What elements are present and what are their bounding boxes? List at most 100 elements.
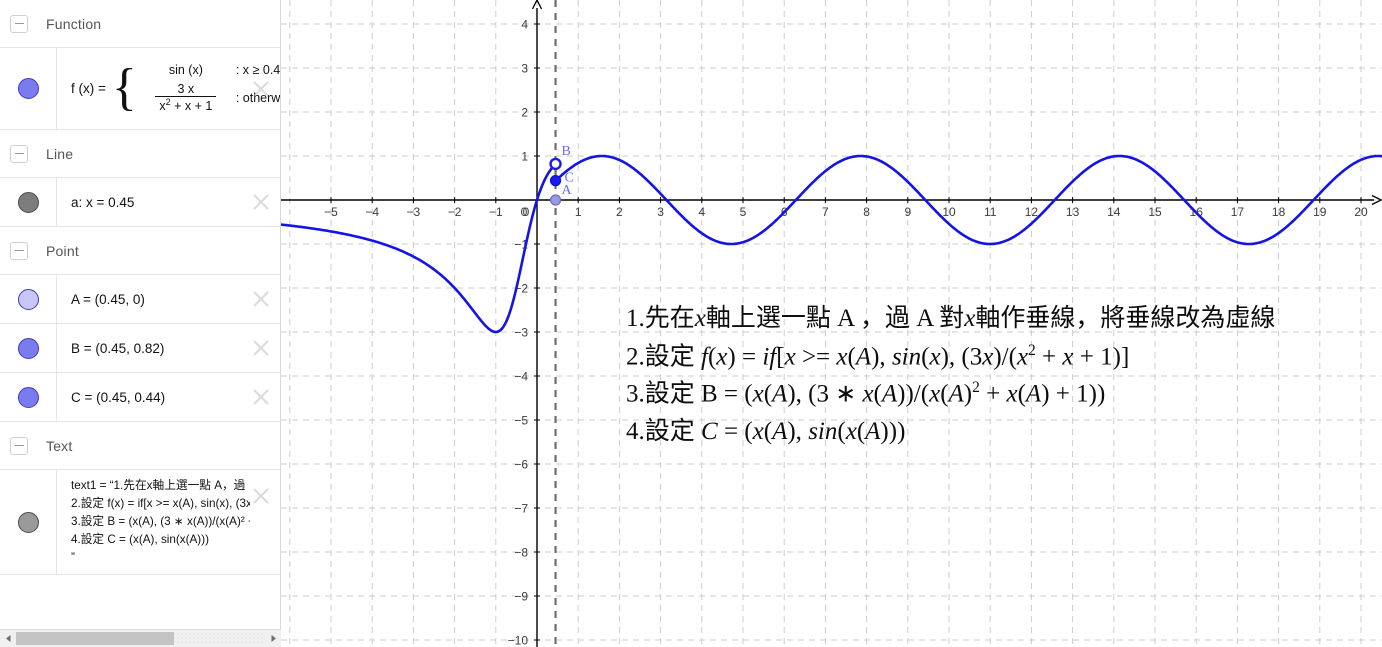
fraction-numerator: 3 x xyxy=(177,81,195,96)
x-tick-label: 10 xyxy=(942,205,956,219)
origin-label: 0 xyxy=(523,205,530,219)
y-tick-label: 4 xyxy=(521,18,528,32)
x-tick-label: −5 xyxy=(324,205,338,219)
collapse-minus-icon[interactable] xyxy=(10,241,28,260)
function-lhs: f (x) = xyxy=(71,81,106,96)
delete-point-b-button[interactable] xyxy=(250,337,272,359)
annotation-line-2: 2.設定 f(x) = if[x >= x(A), sin(x), (3x)/(… xyxy=(626,341,1130,370)
algebra-row-point-b[interactable]: B = (0.45, 0.82) xyxy=(0,324,280,373)
x-tick-label: 15 xyxy=(1148,205,1162,219)
scroll-left-arrow-icon[interactable] xyxy=(0,631,16,647)
function-definition[interactable]: f (x) = { sin (x) : x ≥ 0.45 3 x x2 + x … xyxy=(57,57,280,121)
fraction-denominator: x2 + x + 1 xyxy=(155,96,217,114)
x-tick-label: 19 xyxy=(1313,205,1327,219)
algebra-row-line[interactable]: a: x = 0.45 xyxy=(0,178,280,227)
annotation-line-3: 3.設定 B = (x(A), (3 ∗ x(A))/(x(A)2 + x(A)… xyxy=(626,379,1106,408)
algebra-sidebar: Function f (x) = { sin (x) : x ≥ 0.45 xyxy=(0,0,281,647)
y-tick-label: −9 xyxy=(514,590,528,604)
section-header-point[interactable]: Point xyxy=(0,227,280,275)
piecewise-brace-icon: { xyxy=(111,59,137,117)
algebra-row-point-a[interactable]: A = (0.45, 0) xyxy=(0,275,280,324)
y-tick-label: 3 xyxy=(521,62,528,76)
section-title-function: Function xyxy=(46,15,102,32)
text1-line: ” xyxy=(71,551,75,565)
text1-definition[interactable]: text1 = “1.先在x軸上選一點 A，過 2.設定 f(x) = if[x… xyxy=(57,471,280,574)
x-tick-label: 2 xyxy=(616,205,623,219)
x-tick-label: 5 xyxy=(740,205,747,219)
x-tick-label: 8 xyxy=(863,205,870,219)
scroll-right-arrow-icon[interactable] xyxy=(265,631,281,647)
plot-points[interactable] xyxy=(549,157,562,206)
point-a[interactable] xyxy=(549,194,562,206)
y-tick-label: −3 xyxy=(514,326,528,340)
section-header-line[interactable]: Line xyxy=(0,130,280,178)
point-c[interactable] xyxy=(549,175,562,187)
section-header-text[interactable]: Text xyxy=(0,422,280,470)
color-swatch-point-c[interactable] xyxy=(17,386,39,408)
line-definition[interactable]: a: x = 0.45 xyxy=(57,189,280,216)
y-tick-label: −4 xyxy=(514,370,528,384)
algebra-row-function[interactable]: f (x) = { sin (x) : x ≥ 0.45 3 x x2 + x … xyxy=(0,48,280,130)
piecewise-case2-expression: 3 x x2 + x + 1 xyxy=(142,82,230,115)
y-tick-label: 1 xyxy=(521,150,528,164)
x-tick-label: 7 xyxy=(822,205,829,219)
canvas-annotation-text[interactable]: 1.先在x軸上選一點 A ，過 A 對x軸作垂線，將垂線改為虛線 2.設定 f(… xyxy=(626,303,1366,454)
color-swatch-cell[interactable] xyxy=(0,275,57,323)
x-tick-label: 11 xyxy=(984,205,997,219)
x-tick-label: 18 xyxy=(1272,205,1286,219)
delete-text1-button[interactable] xyxy=(250,485,272,507)
x-tick-label: 13 xyxy=(1066,205,1080,219)
text1-line: 4.設定 C = (x(A), sin(x(A))) xyxy=(71,533,209,547)
x-tick-label: −4 xyxy=(365,205,379,219)
color-swatch-cell[interactable] xyxy=(0,324,57,372)
section-title-point: Point xyxy=(46,242,79,259)
text1-line: text1 = “1.先在x軸上選一點 A，過 xyxy=(71,478,246,492)
collapse-minus-icon[interactable] xyxy=(10,14,28,33)
scrollbar-track[interactable] xyxy=(16,632,265,645)
algebra-row-point-c[interactable]: C = (0.45, 0.44) xyxy=(0,373,280,422)
point-b-definition[interactable]: B = (0.45, 0.82) xyxy=(57,335,280,362)
y-tick-label: −8 xyxy=(514,546,528,560)
point-c-definition[interactable]: C = (0.45, 0.44) xyxy=(57,384,280,411)
delete-point-a-button[interactable] xyxy=(250,288,272,310)
color-swatch-point-a[interactable] xyxy=(17,288,39,310)
delete-function-button[interactable] xyxy=(250,78,272,100)
piecewise-case1-expression: sin (x) xyxy=(168,62,203,77)
color-swatch-function[interactable] xyxy=(17,78,39,99)
x-tick-label: −3 xyxy=(407,205,421,219)
point-label-b: B xyxy=(562,144,571,159)
y-tick-label: −5 xyxy=(514,414,528,428)
x-tick-label: 9 xyxy=(904,205,911,219)
section-title-text: Text xyxy=(46,437,73,454)
x-tick-label: 20 xyxy=(1354,205,1368,219)
section-header-function[interactable]: Function xyxy=(0,0,280,48)
x-tick-label: 12 xyxy=(1025,205,1039,219)
collapse-minus-icon[interactable] xyxy=(10,436,28,455)
color-swatch-line[interactable] xyxy=(17,191,39,213)
point-label-a: A xyxy=(562,183,573,198)
x-tick-label: −2 xyxy=(448,205,462,219)
x-tick-label: 3 xyxy=(657,205,664,219)
x-tick-label: 14 xyxy=(1107,205,1121,219)
point-b[interactable] xyxy=(549,157,562,171)
collapse-minus-icon[interactable] xyxy=(10,144,28,163)
color-swatch-text1[interactable] xyxy=(17,511,39,533)
delete-point-c-button[interactable] xyxy=(250,386,272,408)
point-labels: BCA xyxy=(562,144,574,198)
color-swatch-cell[interactable] xyxy=(0,48,57,129)
algebra-row-text1[interactable]: text1 = “1.先在x軸上選一點 A，過 2.設定 f(x) = if[x… xyxy=(0,470,280,575)
graphics-view[interactable]: −5 −4 −3 −2 −1 0 1 2 3 4 5 6 7 8 9 10 11 12 13 14 15 16 17 18 19… xyxy=(281,0,1382,647)
y-tick-label: −7 xyxy=(514,502,528,516)
color-swatch-point-b[interactable] xyxy=(17,337,39,359)
x-tick-label: −1 xyxy=(489,205,503,219)
delete-line-button[interactable] xyxy=(250,191,272,213)
text1-line: 2.設定 f(x) = if[x >= x(A), sin(x), (3x) xyxy=(71,496,250,510)
geogebra-window: Function f (x) = { sin (x) : x ≥ 0.45 xyxy=(0,0,1382,647)
color-swatch-cell[interactable] xyxy=(0,373,57,421)
point-a-definition[interactable]: A = (0.45, 0) xyxy=(57,286,280,313)
color-swatch-cell[interactable] xyxy=(0,178,57,226)
scrollbar-thumb[interactable] xyxy=(16,632,174,645)
y-tick-label: −6 xyxy=(514,458,528,472)
color-swatch-cell[interactable] xyxy=(0,470,57,574)
sidebar-horizontal-scrollbar[interactable] xyxy=(0,629,281,647)
